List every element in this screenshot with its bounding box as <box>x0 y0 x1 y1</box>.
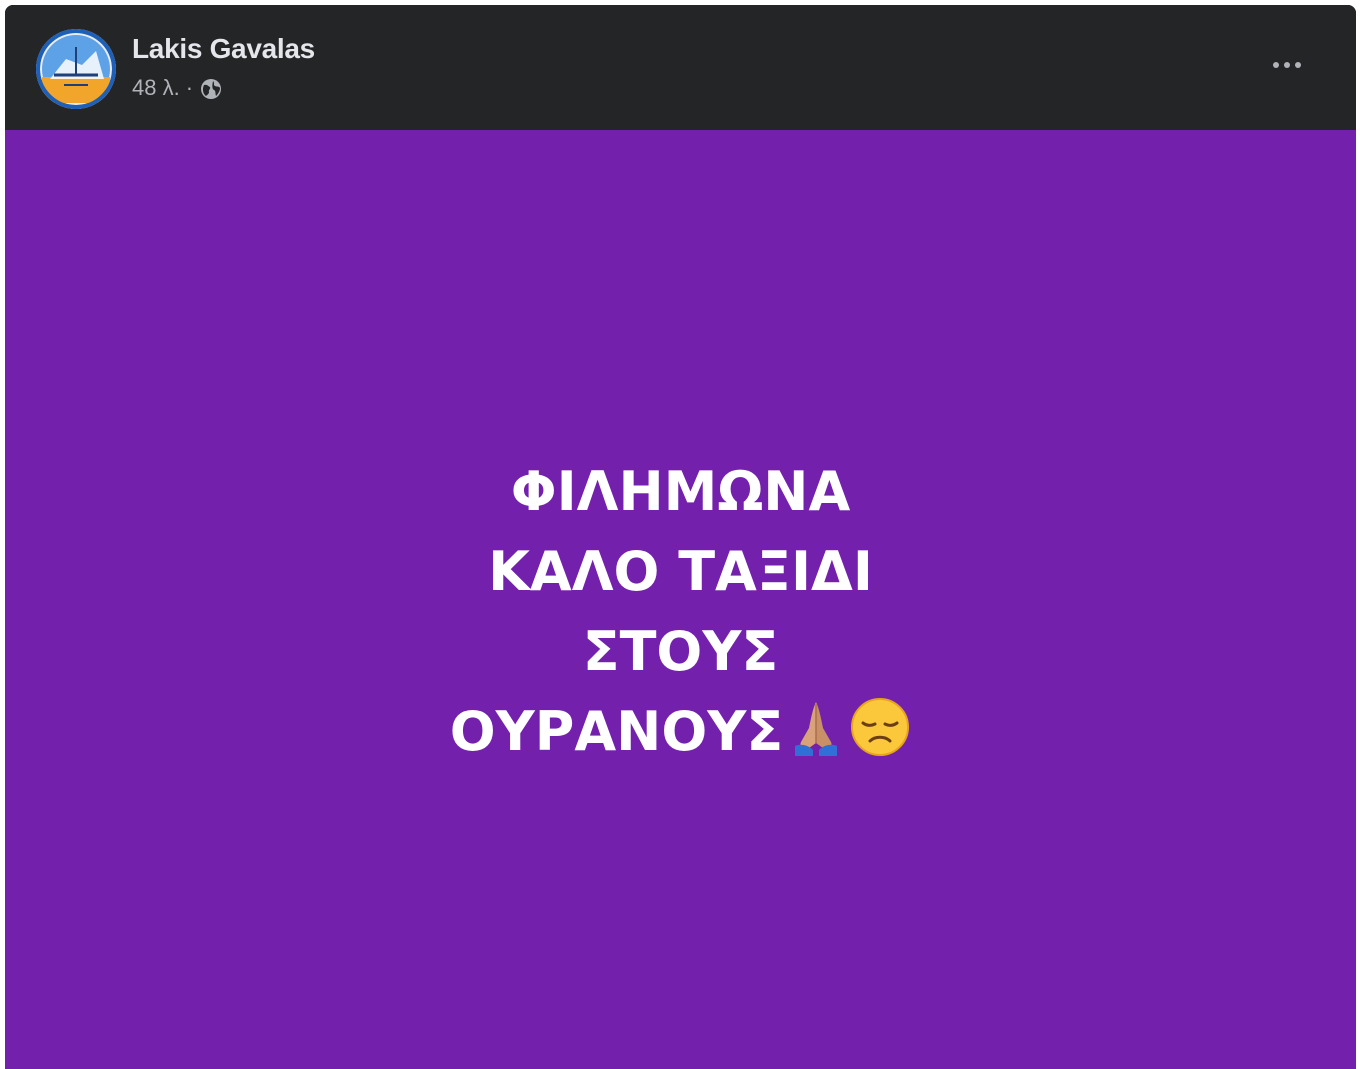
author-avatar[interactable] <box>36 29 116 109</box>
page-frame: Lakis Gavalas 48 λ. · ΦΙΛΗΜΩΝΑ ΚΑΛΟ ΤΑΞΙ… <box>0 0 1360 1069</box>
more-options-icon-dot <box>1295 62 1301 68</box>
more-options-icon <box>1273 62 1279 68</box>
post-card: Lakis Gavalas 48 λ. · ΦΙΛΗΜΩΝΑ ΚΑΛΟ ΤΑΞΙ… <box>5 5 1356 1069</box>
post-text-line-with-emoji: ΟΥΡΑΝΟΥΣ <box>5 692 1356 780</box>
more-options-icon-dot <box>1284 62 1290 68</box>
author-name[interactable]: Lakis Gavalas <box>132 32 315 66</box>
post-background: ΦΙΛΗΜΩΝΑ ΚΑΛΟ ΤΑΞΙΔΙ ΣΤΟΥΣ ΟΥΡΑΝΟΥΣ <box>5 130 1356 1069</box>
post-meta: 48 λ. · <box>132 73 223 103</box>
globe-icon[interactable] <box>199 77 223 101</box>
post-timestamp[interactable]: 48 λ. <box>132 73 180 103</box>
avatar-image <box>36 29 116 109</box>
folded-hands-emoji <box>785 696 847 780</box>
post-header: Lakis Gavalas 48 λ. · <box>5 5 1356 130</box>
disappointed-face-emoji <box>849 696 911 780</box>
post-text-line: ΦΙΛΗΜΩΝΑ <box>510 460 851 523</box>
meta-separator: · <box>185 75 194 100</box>
post-text-line: ΣΤΟΥΣ <box>582 620 779 683</box>
more-options-button[interactable] <box>1261 45 1313 85</box>
post-text-line: ΚΑΛΟ ΤΑΞΙΔΙ <box>488 540 873 603</box>
post-text-line: ΟΥΡΑΝΟΥΣ <box>449 700 784 763</box>
post-text: ΦΙΛΗΜΩΝΑ ΚΑΛΟ ΤΑΞΙΔΙ ΣΤΟΥΣ ΟΥΡΑΝΟΥΣ <box>5 452 1356 780</box>
